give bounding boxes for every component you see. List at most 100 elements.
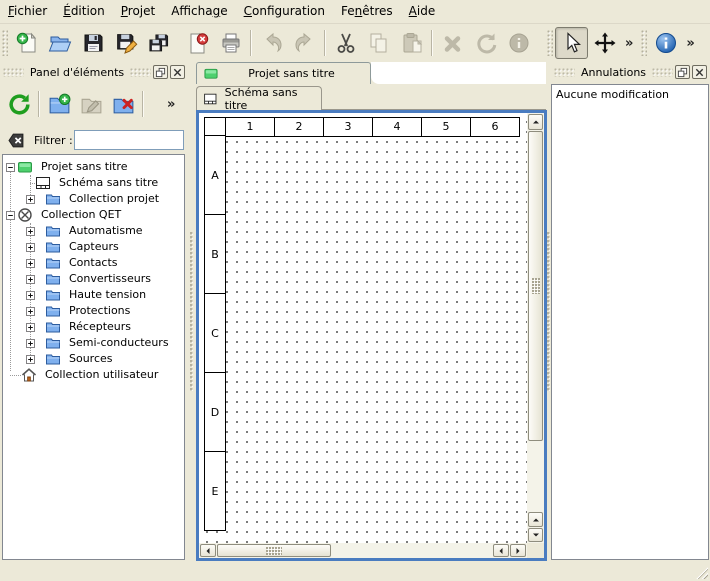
toolbar-separator xyxy=(431,30,433,56)
move-icon xyxy=(593,31,617,55)
tree-item-schema-sans-titre[interactable]: Schéma sans titre xyxy=(3,175,184,191)
expand-icon[interactable] xyxy=(26,339,35,348)
menu-aide[interactable]: Aide xyxy=(401,0,444,23)
tab-schema[interactable]: Schéma sans titre xyxy=(196,86,322,110)
horizontal-scrollbar[interactable] xyxy=(199,543,527,558)
menu-projet[interactable]: Projet xyxy=(113,0,163,23)
visualisation-mode-button[interactable] xyxy=(588,27,621,59)
close-panel-button[interactable] xyxy=(170,65,185,79)
edit-category-button[interactable] xyxy=(75,88,107,120)
selection-mode-button[interactable] xyxy=(555,27,588,59)
tree-item-label: Récepteurs xyxy=(69,320,131,334)
vertical-scrollbar[interactable] xyxy=(527,113,544,543)
refresh-icon xyxy=(7,92,32,117)
tree-item-automatisme[interactable]: Automatisme xyxy=(3,223,184,239)
arrow-up-icon xyxy=(532,516,540,524)
filter-input[interactable] xyxy=(74,130,184,150)
folder-blue-icon xyxy=(45,255,61,271)
tab-project[interactable]: Projet sans titre xyxy=(196,62,371,84)
tree-item-convertisseurs[interactable]: Convertisseurs xyxy=(3,271,184,287)
expand-icon[interactable] xyxy=(26,323,35,332)
status-bar xyxy=(0,561,710,581)
print-button[interactable] xyxy=(214,27,247,59)
open-button[interactable] xyxy=(43,27,76,59)
diagram-view[interactable]: 123456 ABCDE xyxy=(199,113,527,543)
about-button[interactable] xyxy=(649,27,682,59)
horizontal-scrollbar-thumb[interactable] xyxy=(217,544,331,557)
folder-blue-icon xyxy=(45,303,61,319)
save-button[interactable] xyxy=(76,27,109,59)
menu-edition[interactable]: Édition xyxy=(55,0,113,23)
tree-item-contacts[interactable]: Contacts xyxy=(3,255,184,271)
expand-icon[interactable] xyxy=(26,195,35,204)
close-panel-button[interactable] xyxy=(692,65,707,79)
new-document-button[interactable] xyxy=(10,27,43,59)
elements-tree: Projet sans titreSchéma sans titreCollec… xyxy=(2,154,185,560)
toolbar-drag-handle[interactable] xyxy=(547,30,553,56)
float-panel-button[interactable] xyxy=(153,65,168,79)
toolbar-drag-handle[interactable] xyxy=(641,30,647,56)
menu-fenetres[interactable]: Fenêtres xyxy=(333,0,401,23)
panel-toolbar-overflow[interactable]: » xyxy=(163,97,179,112)
copy-button[interactable] xyxy=(362,27,395,59)
undo-panel-title: Annulations xyxy=(575,66,652,79)
menu-configuration[interactable]: Configuration xyxy=(236,0,333,23)
toolbar-overflow-2[interactable]: » xyxy=(682,36,698,51)
save-as-button[interactable] xyxy=(109,27,142,59)
rotate-button[interactable] xyxy=(469,27,502,59)
tree-item-haute-tension[interactable]: Haute tension xyxy=(3,287,184,303)
scroll-right-button[interactable] xyxy=(510,544,526,557)
menu-fichier[interactable]: Fichier xyxy=(0,0,55,23)
properties-button[interactable] xyxy=(502,27,535,59)
vertical-scrollbar-thumb[interactable] xyxy=(528,131,543,441)
scroll-down-button[interactable] xyxy=(528,528,543,542)
tree-item-collection-qet[interactable]: Collection QET xyxy=(3,207,184,223)
scroll-up-button[interactable] xyxy=(528,114,543,130)
expand-icon[interactable] xyxy=(26,355,35,364)
collapse-icon[interactable] xyxy=(6,211,15,220)
diagram-corner-cell xyxy=(204,117,226,137)
float-panel-button[interactable] xyxy=(675,65,690,79)
tree-item-collection-projet[interactable]: Collection projet xyxy=(3,191,184,207)
close-file-button[interactable] xyxy=(181,27,214,59)
scroll-up-button-2[interactable] xyxy=(528,512,543,527)
reload-collections-button[interactable] xyxy=(3,88,35,120)
tree-item-protections[interactable]: Protections xyxy=(3,303,184,319)
expand-icon[interactable] xyxy=(26,291,35,300)
toolbar-overflow[interactable]: » xyxy=(621,36,637,51)
tree-item-recepteurs[interactable]: Récepteurs xyxy=(3,319,184,335)
tree-item-sources[interactable]: Sources xyxy=(3,351,184,367)
expand-icon[interactable] xyxy=(26,307,35,316)
undo-button[interactable] xyxy=(255,27,288,59)
resize-grip[interactable] xyxy=(695,566,708,579)
schema-tab-label: Schéma sans titre xyxy=(225,86,315,112)
undo-list-item[interactable]: Aucune modification xyxy=(552,85,708,104)
scroll-left-button[interactable] xyxy=(200,544,216,557)
save-all-button[interactable] xyxy=(142,27,175,59)
toolbar-drag-handle[interactable] xyxy=(2,30,8,56)
dock-title-texture xyxy=(554,68,575,77)
expand-icon[interactable] xyxy=(26,259,35,268)
collapse-icon[interactable] xyxy=(6,163,15,172)
tree-item-semi-conducteurs[interactable]: Semi-conducteurs xyxy=(3,335,184,351)
redo-button[interactable] xyxy=(288,27,321,59)
project-icon xyxy=(203,66,219,81)
edit-category-icon xyxy=(79,92,104,117)
delete-button[interactable] xyxy=(436,27,469,59)
expand-icon[interactable] xyxy=(26,243,35,252)
tree-item-capteurs[interactable]: Capteurs xyxy=(3,239,184,255)
menu-affichage[interactable]: Affichage xyxy=(163,0,235,23)
folder-blue-icon xyxy=(45,223,61,239)
clear-filter-button[interactable] xyxy=(6,130,26,150)
close-icon xyxy=(172,67,183,78)
scroll-left-button-2[interactable] xyxy=(493,544,509,557)
paste-button[interactable] xyxy=(395,27,428,59)
expand-icon[interactable] xyxy=(26,227,35,236)
left-dock-splitter[interactable] xyxy=(188,62,196,561)
new-category-button[interactable] xyxy=(43,88,75,120)
expand-icon[interactable] xyxy=(26,275,35,284)
delete-category-button[interactable] xyxy=(107,88,139,120)
cut-button[interactable] xyxy=(329,27,362,59)
tree-item-collection-utilisateur[interactable]: Collection utilisateur xyxy=(3,367,184,383)
tree-item-projet-sans-titre[interactable]: Projet sans titre xyxy=(3,159,184,175)
